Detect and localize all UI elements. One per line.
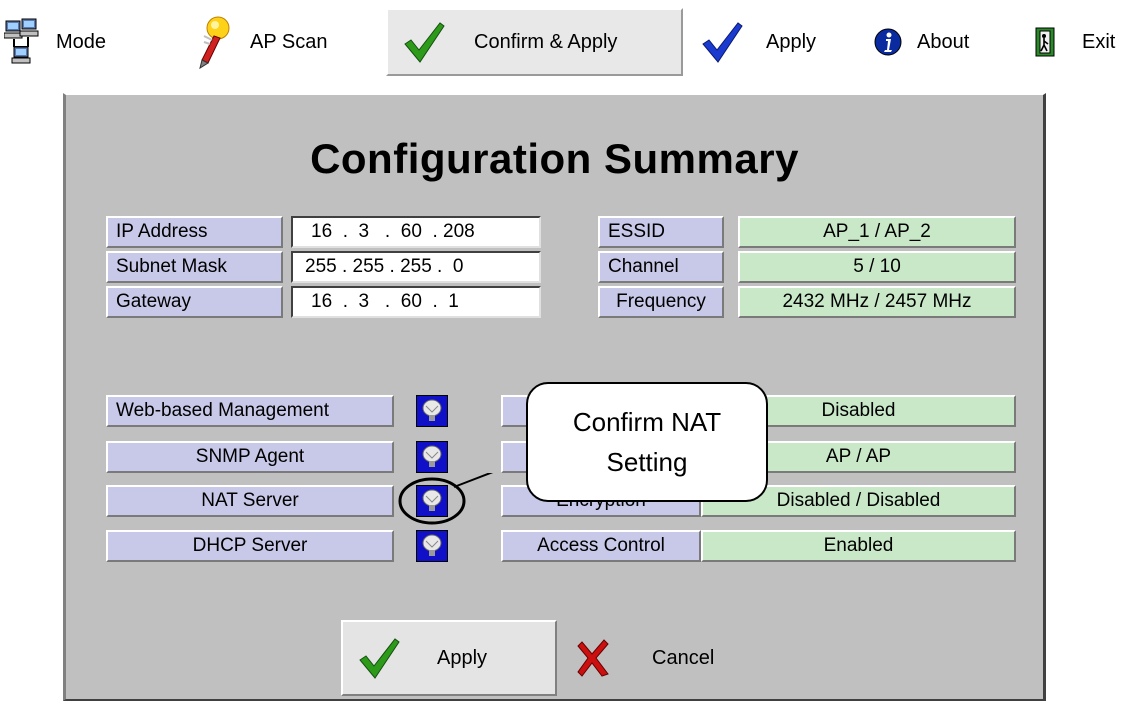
dhcp-server-bulb-icon	[416, 530, 448, 562]
subnet-mask-label: Subnet Mask	[106, 251, 283, 283]
red-x-icon	[576, 638, 612, 678]
callout-line1: Confirm NAT	[572, 407, 722, 437]
green-check-icon	[357, 636, 401, 680]
cancel-button[interactable]: Cancel	[566, 622, 786, 694]
network-computers-icon	[4, 17, 40, 67]
toolbar-apply-button[interactable]: Apply	[700, 12, 816, 72]
nat-server-label: NAT Server	[106, 485, 394, 517]
subnet-mask-field[interactable]: 255 . 255 . 255 . 0	[291, 251, 541, 283]
essid-label: ESSID	[598, 216, 724, 248]
exit-door-icon	[1032, 25, 1062, 59]
configuration-summary-window: Configuration Summary IP Address 16 . 3 …	[63, 93, 1046, 701]
apply-button[interactable]: Apply	[341, 620, 557, 696]
gateway-label: Gateway	[106, 286, 283, 318]
gateway-field[interactable]: 16 . 3 . 60 . 1	[291, 286, 541, 318]
toolbar-apscan-label: AP Scan	[250, 30, 328, 53]
apply-button-label: Apply	[437, 646, 488, 669]
snmp-agent-label: SNMP Agent	[106, 441, 394, 473]
frequency-label: Frequency	[598, 286, 724, 318]
info-icon	[873, 27, 903, 57]
toolbar-confirm-apply-button[interactable]: Confirm & Apply	[402, 12, 617, 72]
confirm-nat-callout: Confirm NAT Setting	[526, 382, 768, 502]
web-management-label: Web-based Management	[106, 395, 394, 427]
callout-line2: Setting	[606, 447, 688, 477]
toolbar-exit-label: Exit	[1082, 30, 1116, 53]
cancel-button-label: Cancel	[652, 646, 715, 669]
blue-check-icon	[700, 20, 744, 64]
toolbar-mode-label: Mode	[56, 30, 107, 53]
toolbar-exit-button[interactable]: Exit	[1032, 12, 1115, 72]
web-management-bulb-icon	[416, 395, 448, 427]
toolbar-about-label: About	[917, 30, 970, 53]
access-control-label: Access Control	[501, 530, 701, 562]
essid-value: AP_1 / AP_2	[738, 216, 1016, 248]
dhcp-server-label: DHCP Server	[106, 530, 394, 562]
toolbar: Mode AP Scan Confirm & Apply Apply About…	[0, 0, 1140, 84]
channel-value: 5 / 10	[738, 251, 1016, 283]
snmp-agent-bulb-icon	[416, 441, 448, 473]
page-title: Configuration Summary	[310, 135, 799, 182]
nat-highlight-ellipse	[398, 473, 494, 525]
toolbar-apscan-button[interactable]: AP Scan	[192, 12, 327, 72]
toolbar-about-button[interactable]: About	[873, 12, 969, 72]
access-control-value: Enabled	[701, 530, 1016, 562]
green-check-icon	[402, 20, 446, 64]
ip-address-field[interactable]: 16 . 3 . 60 . 208	[291, 216, 541, 248]
toolbar-confirm-apply-label: Confirm & Apply	[474, 30, 618, 53]
channel-label: Channel	[598, 251, 724, 283]
toolbar-apply-label: Apply	[766, 30, 817, 53]
ip-address-label: IP Address	[106, 216, 283, 248]
toolbar-mode-button[interactable]: Mode	[4, 12, 106, 72]
frequency-value: 2432 MHz / 2457 MHz	[738, 286, 1016, 318]
antenna-scan-icon	[192, 14, 234, 70]
